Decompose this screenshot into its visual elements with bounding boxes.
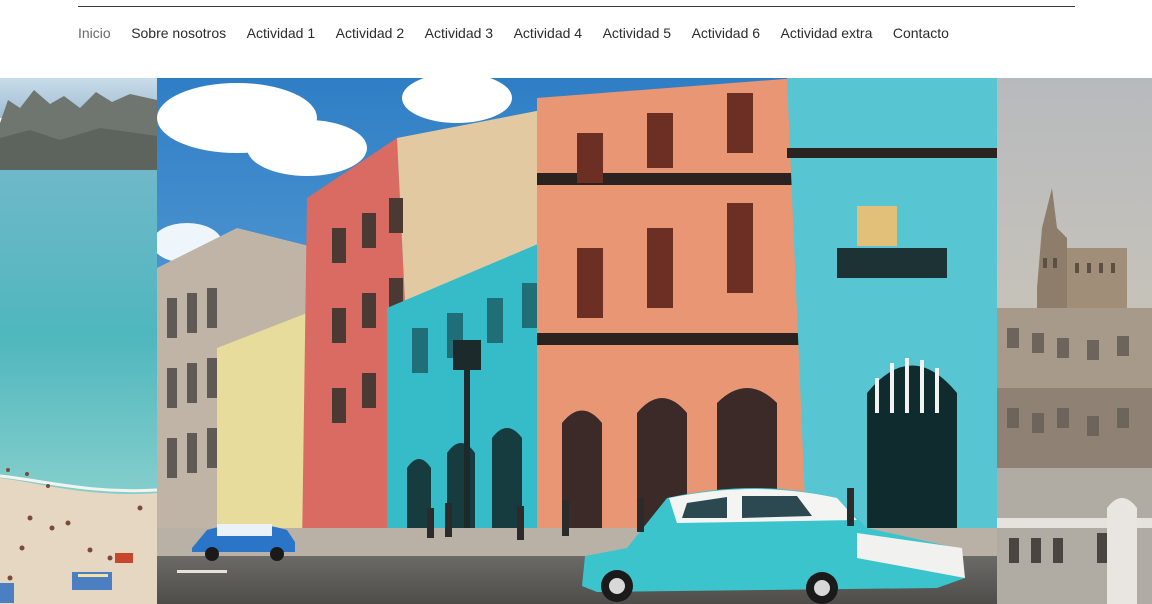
- nav-item-actividad-5[interactable]: Actividad 5: [603, 23, 671, 43]
- photo-gallery: [0, 78, 1152, 604]
- nav-item-actividad-1[interactable]: Actividad 1: [247, 23, 315, 43]
- nav-item-actividad-6[interactable]: Actividad 6: [692, 23, 760, 43]
- beach-photo[interactable]: [0, 78, 157, 604]
- nav-item-actividad-2[interactable]: Actividad 2: [336, 23, 404, 43]
- city-skyline-photo[interactable]: [997, 78, 1152, 604]
- header-divider: [78, 6, 1075, 7]
- havana-street-photo[interactable]: [157, 78, 997, 604]
- nav-item-actividad-3[interactable]: Actividad 3: [425, 23, 493, 43]
- nav-item-sobre-nosotros[interactable]: Sobre nosotros: [131, 23, 226, 43]
- main-nav: Inicio Sobre nosotros Actividad 1 Activi…: [78, 23, 969, 43]
- nav-item-inicio[interactable]: Inicio: [78, 23, 111, 43]
- nav-item-actividad-4[interactable]: Actividad 4: [514, 23, 582, 43]
- nav-item-actividad-extra[interactable]: Actividad extra: [781, 23, 873, 43]
- nav-item-contacto[interactable]: Contacto: [893, 23, 949, 43]
